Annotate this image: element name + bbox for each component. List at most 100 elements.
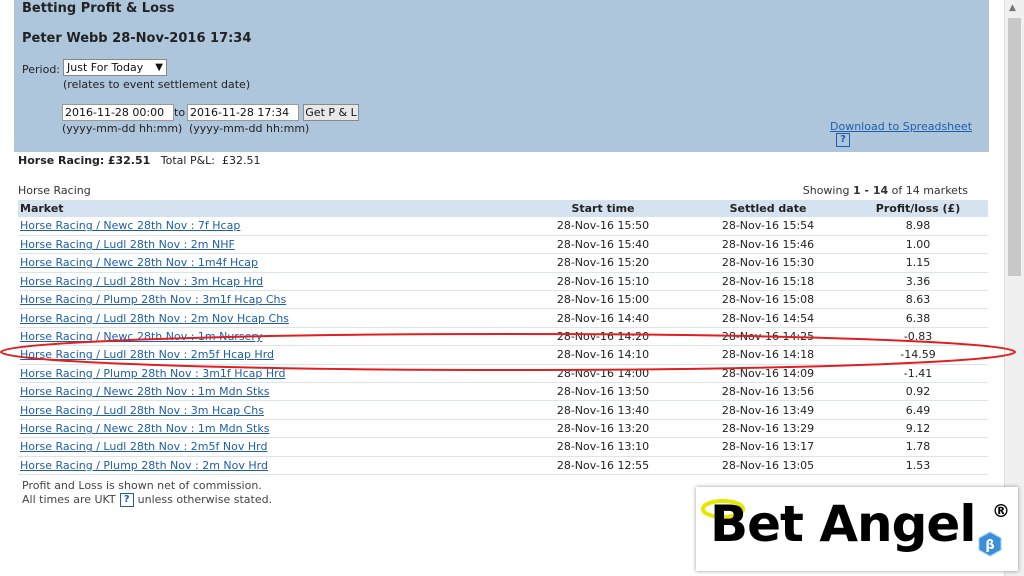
footnote-timezone: All times are UKT? unless otherwise state… bbox=[22, 493, 272, 507]
cell-market: Horse Racing / Ludl 28th Nov : 2m5f Nov … bbox=[18, 437, 518, 457]
table-row: Horse Racing / Ludl 28th Nov : 3m Hcap C… bbox=[18, 400, 988, 420]
cell-start-time: 28-Nov-16 12:55 bbox=[518, 456, 688, 475]
cell-profit-loss: 8.98 bbox=[848, 217, 988, 236]
cell-market: Horse Racing / Plump 28th Nov : 3m1f Hca… bbox=[18, 364, 518, 384]
table-row: Horse Racing / Ludl 28th Nov : 2m5f Hcap… bbox=[18, 345, 988, 365]
cell-start-time: 28-Nov-16 14:40 bbox=[518, 308, 688, 328]
cell-market: Horse Racing / Ludl 28th Nov : 3m Hcap H… bbox=[18, 272, 518, 292]
table-header-row: Market Start time Settled date Profit/lo… bbox=[18, 200, 988, 217]
cell-profit-loss: 1.78 bbox=[848, 437, 988, 457]
cell-profit-loss: 9.12 bbox=[848, 419, 988, 439]
cell-profit-loss: 8.63 bbox=[848, 290, 988, 310]
market-link[interactable]: Horse Racing / Plump 28th Nov : 3m1f Hca… bbox=[20, 367, 285, 380]
scroll-thumb[interactable] bbox=[1008, 18, 1021, 276]
column-header-profit-loss[interactable]: Profit/loss (£) bbox=[848, 200, 988, 217]
table-row: Horse Racing / Ludl 28th Nov : 2m Nov Hc… bbox=[18, 308, 988, 328]
scroll-up-arrow-icon[interactable]: ▲ bbox=[1009, 3, 1016, 13]
market-link[interactable]: Horse Racing / Ludl 28th Nov : 2m5f Nov … bbox=[20, 440, 267, 453]
help-icon[interactable]: ? bbox=[836, 133, 850, 147]
cell-profit-loss: 1.53 bbox=[848, 456, 988, 475]
get-pl-button[interactable]: Get P & L bbox=[303, 104, 359, 121]
showing-count: Showing 1 - 14 of 14 markets bbox=[803, 184, 968, 197]
cell-settled-date: 28-Nov-16 15:46 bbox=[688, 235, 848, 255]
summary-horse-racing-label: Horse Racing: bbox=[18, 154, 105, 167]
cell-profit-loss: 1.00 bbox=[848, 235, 988, 255]
market-link[interactable]: Horse Racing / Newc 28th Nov : 1m Mdn St… bbox=[20, 422, 269, 435]
cell-start-time: 28-Nov-16 13:50 bbox=[518, 382, 688, 402]
market-link[interactable]: Horse Racing / Newc 28th Nov : 1m4f Hcap bbox=[20, 256, 258, 269]
cell-market: Horse Racing / Newc 28th Nov : 1m4f Hcap bbox=[18, 253, 518, 273]
summary-total-label: Total P&L: bbox=[160, 154, 216, 167]
cell-profit-loss: 6.49 bbox=[848, 400, 988, 420]
table-row: Horse Racing / Ludl 28th Nov : 3m Hcap H… bbox=[18, 272, 988, 292]
cell-settled-date: 28-Nov-16 14:25 bbox=[688, 327, 848, 347]
pl-summary: Horse Racing: £32.51 Total P&L: £32.51 bbox=[18, 154, 261, 167]
svg-text:β: β bbox=[985, 538, 994, 553]
cell-settled-date: 28-Nov-16 13:05 bbox=[688, 456, 848, 475]
cell-settled-date: 28-Nov-16 15:08 bbox=[688, 290, 848, 310]
cell-start-time: 28-Nov-16 13:20 bbox=[518, 419, 688, 439]
download-spreadsheet-link[interactable]: Download to Spreadsheet? bbox=[830, 120, 989, 147]
column-header-settled-date[interactable]: Settled date bbox=[688, 200, 848, 217]
market-link[interactable]: Horse Racing / Ludl 28th Nov : 3m Hcap C… bbox=[20, 404, 264, 417]
table-row: Horse Racing / Newc 28th Nov : 1m Mdn St… bbox=[18, 382, 988, 402]
date-to-format-hint: (yyyy-mm-dd hh:mm) bbox=[189, 122, 310, 135]
page-title: Betting Profit & Loss bbox=[22, 1, 175, 16]
download-link-label[interactable]: Download to Spreadsheet bbox=[830, 120, 972, 133]
cell-start-time: 28-Nov-16 15:20 bbox=[518, 253, 688, 273]
cell-start-time: 28-Nov-16 15:10 bbox=[518, 272, 688, 292]
footnote-timezone-text: All times are UKT bbox=[22, 493, 116, 506]
cell-market: Horse Racing / Ludl 28th Nov : 2m NHF bbox=[18, 235, 518, 255]
section-label: Horse Racing bbox=[18, 184, 91, 197]
table-row: Horse Racing / Plump 28th Nov : 3m1f Hca… bbox=[18, 290, 988, 310]
market-link[interactable]: Horse Racing / Plump 28th Nov : 2m Nov H… bbox=[20, 459, 268, 472]
cell-settled-date: 28-Nov-16 15:30 bbox=[688, 253, 848, 273]
market-link[interactable]: Horse Racing / Ludl 28th Nov : 3m Hcap H… bbox=[20, 275, 263, 288]
market-link[interactable]: Horse Racing / Ludl 28th Nov : 2m NHF bbox=[20, 238, 235, 251]
cell-settled-date: 28-Nov-16 13:56 bbox=[688, 382, 848, 402]
header-panel: Betting Profit & Loss Peter Webb 28-Nov-… bbox=[14, 0, 989, 152]
cell-profit-loss: -0.83 bbox=[848, 327, 988, 347]
table-body: Horse Racing / Newc 28th Nov : 7f Hcap 28… bbox=[18, 217, 988, 475]
cell-settled-date: 28-Nov-16 13:17 bbox=[688, 437, 848, 457]
period-select-value: Just For Today bbox=[67, 61, 144, 74]
cell-market: Horse Racing / Ludl 28th Nov : 2m Nov Hc… bbox=[18, 308, 518, 328]
market-link[interactable]: Horse Racing / Newc 28th Nov : 7f Hcap bbox=[20, 219, 240, 232]
help-icon[interactable]: ? bbox=[119, 493, 134, 507]
cell-market: Horse Racing / Newc 28th Nov : 1m Nurser… bbox=[18, 327, 518, 347]
cell-profit-loss: 3.36 bbox=[848, 272, 988, 292]
date-to-input[interactable]: 2016-11-28 17:34 bbox=[187, 104, 299, 121]
market-link[interactable]: Horse Racing / Newc 28th Nov : 1m Nurser… bbox=[20, 330, 262, 343]
cell-start-time: 28-Nov-16 13:10 bbox=[518, 437, 688, 457]
date-from-format-hint: (yyyy-mm-dd hh:mm) bbox=[62, 122, 183, 135]
cell-settled-date: 28-Nov-16 13:29 bbox=[688, 419, 848, 439]
market-link[interactable]: Horse Racing / Plump 28th Nov : 3m1f Hca… bbox=[20, 293, 286, 306]
table-row: Horse Racing / Newc 28th Nov : 7f Hcap 28… bbox=[18, 217, 988, 236]
market-link[interactable]: Horse Racing / Ludl 28th Nov : 2m5f Hcap… bbox=[20, 348, 274, 361]
cell-market: Horse Racing / Plump 28th Nov : 2m Nov H… bbox=[18, 456, 518, 475]
market-link[interactable]: Horse Racing / Newc 28th Nov : 1m Mdn St… bbox=[20, 385, 269, 398]
market-link[interactable]: Horse Racing / Ludl 28th Nov : 2m Nov Hc… bbox=[20, 312, 289, 325]
to-label: to bbox=[174, 106, 186, 119]
cell-settled-date: 28-Nov-16 13:49 bbox=[688, 400, 848, 420]
cell-start-time: 28-Nov-16 13:40 bbox=[518, 400, 688, 420]
cell-profit-loss: 6.38 bbox=[848, 308, 988, 328]
table-row: Horse Racing / Plump 28th Nov : 2m Nov H… bbox=[18, 456, 988, 475]
cell-profit-loss: 1.15 bbox=[848, 253, 988, 273]
period-select[interactable]: Just For Today ▼ bbox=[63, 59, 167, 76]
table-row: Horse Racing / Newc 28th Nov : 1m Mdn St… bbox=[18, 419, 988, 439]
summary-horse-racing-value: £32.51 bbox=[107, 154, 151, 167]
column-header-start-time[interactable]: Start time bbox=[518, 200, 688, 217]
cell-settled-date: 28-Nov-16 14:54 bbox=[688, 308, 848, 328]
date-from-input[interactable]: 2016-11-28 00:00 bbox=[62, 104, 174, 121]
table-row: Horse Racing / Newc 28th Nov : 1m4f Hcap… bbox=[18, 253, 988, 273]
table-row: Horse Racing / Newc 28th Nov : 1m Nurser… bbox=[18, 327, 988, 347]
cell-market: Horse Racing / Plump 28th Nov : 3m1f Hca… bbox=[18, 290, 518, 310]
logo-wordmark: Bet Angel bbox=[710, 495, 976, 553]
cell-settled-date: 28-Nov-16 14:18 bbox=[688, 345, 848, 365]
column-header-market[interactable]: Market bbox=[18, 200, 518, 217]
cell-market: Horse Racing / Ludl 28th Nov : 2m5f Hcap… bbox=[18, 345, 518, 365]
cell-start-time: 28-Nov-16 14:20 bbox=[518, 327, 688, 347]
page-subtitle: Peter Webb 28-Nov-2016 17:34 bbox=[22, 31, 252, 46]
cell-market: Horse Racing / Newc 28th Nov : 7f Hcap bbox=[18, 217, 518, 236]
